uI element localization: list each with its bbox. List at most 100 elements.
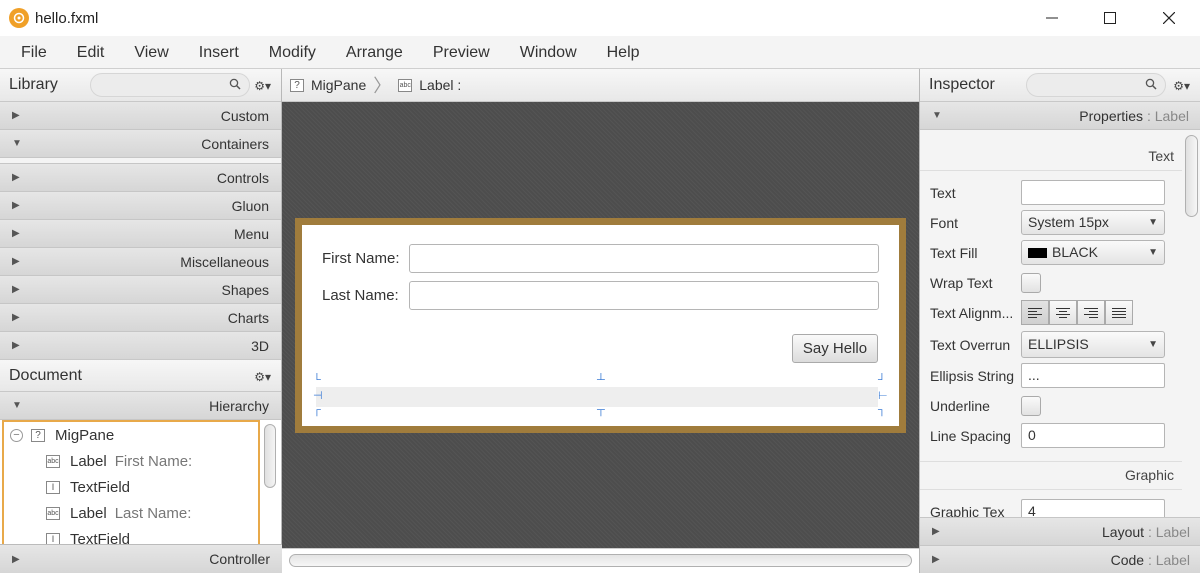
graphic-text-gap-field[interactable]: 4 [1021, 499, 1165, 517]
library-search-input[interactable] [90, 73, 250, 97]
tree-item-textfield-first[interactable]: I TextField [4, 474, 258, 500]
close-button[interactable] [1140, 0, 1198, 36]
code-section[interactable]: ▶ Code : Label [920, 545, 1200, 573]
inspector-gear-icon[interactable]: ⚙▾ [1173, 79, 1190, 93]
search-icon [229, 78, 241, 90]
library-section-custom[interactable]: ▶ Custom [0, 102, 281, 130]
text-overrun-combo[interactable]: ELLIPSIS ▼ [1021, 331, 1165, 358]
breadcrumb-leaf[interactable]: Label : [419, 77, 461, 93]
hierarchy-section[interactable]: ▼ Hierarchy [0, 392, 281, 420]
tree-item-label-first[interactable]: abc Label First Name: [4, 448, 258, 474]
divider [920, 489, 1182, 490]
menu-bar: File Edit View Insert Modify Arrange Pre… [0, 36, 1200, 69]
app-logo-icon [9, 8, 29, 28]
tree-item-label: MigPane [55, 426, 115, 444]
library-section-menu[interactable]: ▶ Menu [0, 220, 281, 248]
tree-item-label-last[interactable]: abc Label Last Name: [4, 500, 258, 526]
resize-handle-icon[interactable]: ┴ [597, 375, 605, 386]
document-title: Document [9, 366, 82, 384]
document-gear-icon[interactable]: ⚙▾ [254, 370, 271, 384]
tree-item-label: Label [70, 504, 107, 522]
section-label: Custom [220, 107, 269, 124]
last-name-label[interactable]: Last Name: [322, 287, 399, 304]
inspector-search-input[interactable] [1026, 73, 1166, 97]
library-section-shapes[interactable]: ▶ Shapes [0, 276, 281, 304]
last-name-field[interactable] [409, 281, 879, 310]
dropdown-arrow-icon: ▼ [1148, 247, 1158, 258]
align-left-button[interactable] [1021, 300, 1049, 325]
library-section-3d[interactable]: ▶ 3D [0, 332, 281, 360]
resize-handle-icon[interactable]: ⊣ [313, 391, 323, 402]
section-label: Gluon [231, 197, 269, 214]
properties-label: Properties [1079, 107, 1144, 124]
menu-help[interactable]: Help [592, 36, 655, 69]
library-section-containers[interactable]: ▼ Containers [0, 130, 281, 158]
text-overrun-value: ELLIPSIS [1028, 336, 1089, 352]
maximize-button[interactable] [1081, 0, 1139, 36]
divider [920, 170, 1182, 171]
menu-arrange[interactable]: Arrange [331, 36, 418, 69]
breadcrumb-root[interactable]: MigPane [311, 77, 366, 93]
unknown-type-icon: ? [31, 428, 45, 442]
library-gear-icon[interactable]: ⚙▾ [254, 79, 271, 93]
maximize-icon [1104, 12, 1116, 24]
design-canvas[interactable]: First Name: Last Name: Say Hello └ ┴ ┘ ⊣… [282, 102, 919, 548]
underline-checkbox[interactable] [1021, 396, 1041, 416]
resize-handle-icon[interactable]: ┘ [878, 375, 886, 386]
library-section-miscellaneous[interactable]: ▶ Miscellaneous [0, 248, 281, 276]
menu-file[interactable]: File [6, 36, 62, 69]
text-property-field[interactable] [1021, 180, 1165, 205]
line-spacing-field[interactable]: 0 [1021, 423, 1165, 448]
section-label: Menu [233, 225, 269, 242]
menu-edit[interactable]: Edit [62, 36, 120, 69]
menu-view[interactable]: View [119, 36, 183, 69]
resize-handle-icon[interactable]: ┐ [878, 405, 886, 416]
library-section-charts[interactable]: ▶ Charts [0, 304, 281, 332]
menu-modify[interactable]: Modify [254, 36, 331, 69]
tree-item-textfield-last[interactable]: I TextField [4, 526, 258, 544]
menu-window[interactable]: Window [505, 36, 592, 69]
say-hello-button[interactable]: Say Hello [792, 334, 878, 363]
section-label: Controls [216, 169, 269, 186]
library-title: Library [9, 76, 58, 93]
tree-item-migpane[interactable]: − ? MigPane [4, 422, 258, 448]
hierarchy-scrollbar[interactable] [264, 424, 276, 488]
align-center-button[interactable] [1049, 300, 1077, 325]
layout-title: Layout : Label [1102, 524, 1190, 540]
font-property-combo[interactable]: System 15px ▼ [1021, 210, 1165, 235]
menu-insert[interactable]: Insert [184, 36, 254, 69]
migpane-frame[interactable]: First Name: Last Name: Say Hello └ ┴ ┘ ⊣… [295, 218, 906, 433]
wrap-text-checkbox[interactable] [1021, 273, 1041, 293]
tree-item-sublabel: First Name: [114, 452, 193, 470]
collapse-icon[interactable]: − [10, 428, 23, 442]
collapse-arrow-icon: ▼ [12, 138, 22, 149]
text-fill-value: BLACK [1052, 244, 1098, 260]
resize-handle-icon[interactable]: ⊢ [878, 391, 888, 402]
properties-target: : Label [1143, 107, 1189, 124]
expand-arrow-icon: ▶ [932, 526, 940, 537]
library-section-controls[interactable]: ▶ Controls [0, 164, 281, 192]
first-name-label[interactable]: First Name: [322, 250, 400, 267]
align-right-button[interactable] [1077, 300, 1105, 325]
inspector-panel: Inspector ⚙▾ ▼ Properties : Label Text T… [919, 69, 1200, 573]
layout-section[interactable]: ▶ Layout : Label [920, 517, 1200, 545]
library-section-gluon[interactable]: ▶ Gluon [0, 192, 281, 220]
chevron-right-icon: 〉 [373, 76, 392, 96]
properties-section[interactable]: ▼ Properties : Label [920, 102, 1200, 130]
align-justify-button[interactable] [1105, 300, 1133, 325]
first-name-field[interactable] [409, 244, 879, 273]
expand-arrow-icon: ▶ [12, 256, 20, 267]
canvas-horizontal-scrollbar[interactable] [289, 554, 912, 567]
expand-arrow-icon: ▶ [12, 228, 20, 239]
inspector-scrollbar[interactable] [1185, 135, 1198, 217]
minimize-button[interactable] [1023, 0, 1081, 36]
ellipsis-string-field[interactable]: ... [1021, 363, 1165, 388]
menu-preview[interactable]: Preview [418, 36, 505, 69]
controller-section[interactable]: ▶ Controller [0, 544, 282, 573]
resize-handle-icon[interactable]: └ [313, 375, 321, 386]
label-type-icon: abc [398, 78, 413, 92]
graphic-text-gap-label: Graphic Tex [930, 504, 1005, 517]
text-fill-combo[interactable]: BLACK ▼ [1021, 240, 1165, 265]
resize-handle-icon[interactable]: ┌ [313, 405, 321, 416]
resize-handle-icon[interactable]: ┬ [597, 405, 605, 416]
